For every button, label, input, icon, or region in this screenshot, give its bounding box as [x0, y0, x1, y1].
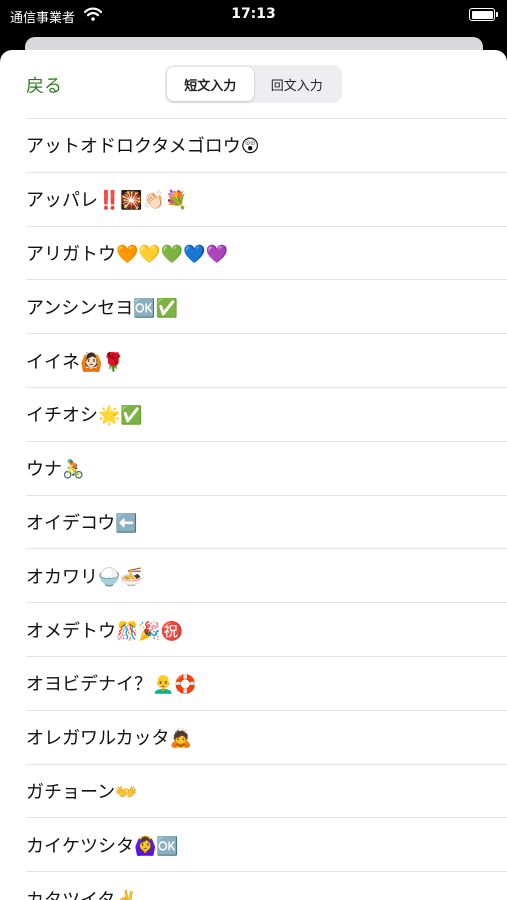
status-bar: 通信事業者 17:13 — [0, 0, 507, 30]
phrase-row[interactable]: カタツイタ✌️ — [26, 871, 507, 900]
phrase-row[interactable]: オイデコウ⬅️ — [26, 494, 507, 549]
phrase-row[interactable]: オヨビデナイ？👨‍🦲🛟 — [26, 655, 507, 710]
phrase-row[interactable]: ウナ🚴 — [26, 440, 507, 495]
phrase-row[interactable]: オカワリ🍚🍜 — [26, 548, 507, 602]
phrase-row[interactable]: オメデトウ🎊🎉㊗️ — [26, 602, 507, 656]
battery-icon — [469, 8, 498, 21]
phrase-row[interactable]: ガチョーン👐 — [26, 763, 507, 818]
phrase-sheet: 戻る 短文入力 回文入力 アットオドロクタメゴロウ😲 アッパレ‼️🎇👏🏻💐 アリガト… — [0, 50, 507, 900]
status-time: 17:13 — [231, 6, 276, 22]
back-button[interactable]: 戻る — [26, 72, 62, 98]
phrase-row[interactable]: イチオシ🌟✅ — [26, 386, 507, 441]
phrase-row[interactable]: アッパレ‼️🎇👏🏻💐 — [26, 171, 507, 226]
phrase-row[interactable]: アットオドロクタメゴロウ😲 — [26, 118, 507, 172]
input-mode-segmented-control: 短文入力 回文入力 — [165, 65, 342, 103]
segment-short-input[interactable]: 短文入力 — [167, 67, 254, 101]
phrase-row[interactable]: イイネ🙆🏻🌹 — [26, 333, 507, 387]
phrase-row[interactable]: オレガワルカッタ🙇 — [26, 709, 507, 764]
phrase-row[interactable]: アンシンセヨ🆗✅ — [26, 279, 507, 333]
phrase-list: アットオドロクタメゴロウ😲 アッパレ‼️🎇👏🏻💐 アリガトウ🧡💛💚💙💜 アンシンセヨ🆗… — [26, 118, 507, 900]
phrase-row[interactable]: アリガトウ🧡💛💚💙💜 — [26, 225, 507, 280]
phrase-row[interactable]: カイケツシタ🙆‍♀️🆗 — [26, 817, 507, 871]
segment-palindrome-input[interactable]: 回文入力 — [254, 67, 341, 101]
